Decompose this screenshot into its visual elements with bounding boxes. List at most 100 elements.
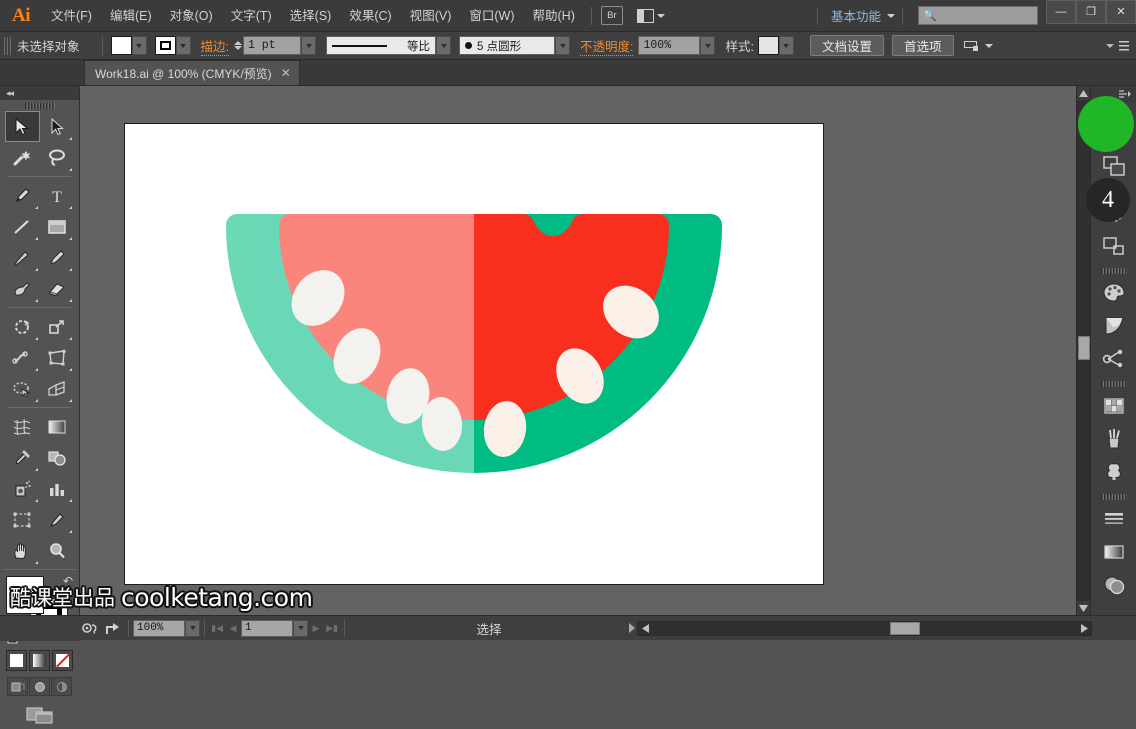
workspace-switcher[interactable]: 基本功能 [825,6,887,25]
stroke-profile-dropdown-button[interactable] [436,36,451,55]
pencil-tool[interactable] [40,242,75,273]
menu-help[interactable]: 帮助(H) [524,0,584,32]
scroll-right-arrow-icon[interactable] [1077,622,1091,635]
type-tool[interactable]: T [40,180,75,211]
pen-tool[interactable] [5,180,40,211]
bridge-icon[interactable]: Br [600,6,623,25]
free-transform-tool[interactable] [40,342,75,373]
workspace-chevron-down-icon[interactable] [887,13,895,18]
scroll-down-arrow-icon[interactable] [1076,601,1091,615]
perspective-grid-tool[interactable] [40,373,75,404]
artboards-panel-icon[interactable] [1094,149,1134,182]
opacity-input[interactable]: 100% [638,36,701,55]
watermelon-artwork[interactable] [125,124,823,584]
graphic-styles-panel-icon[interactable] [1094,455,1134,488]
stroke-color-control[interactable] [154,36,191,55]
menu-edit[interactable]: 编辑(E) [101,0,161,32]
dock-group-grip-4[interactable] [1094,379,1134,389]
document-tab-close-icon[interactable]: ✕ [281,66,291,80]
horizontal-scroll-thumb[interactable] [890,621,920,635]
blob-brush-tool[interactable] [5,273,40,304]
column-graph-tool[interactable] [40,473,75,504]
next-artboard-icon[interactable]: ▶ [308,620,324,637]
dock-group-grip-1[interactable] [1094,106,1134,116]
stroke-weight-stepper[interactable] [234,41,242,50]
mesh-tool[interactable] [5,411,40,442]
color-mode-none-button[interactable] [52,650,73,671]
opacity-dropdown-button[interactable] [700,36,716,55]
align-panel-icon[interactable] [1094,229,1134,262]
color-mode-gradient-button[interactable] [29,650,50,671]
close-button[interactable]: ✕ [1106,0,1136,24]
last-artboard-icon[interactable]: ▶▮ [324,620,340,637]
maximize-button[interactable]: ❐ [1076,0,1106,24]
scroll-up-arrow-icon[interactable] [1076,86,1091,100]
menu-object[interactable]: 对象(O) [161,0,222,32]
artboard[interactable] [124,123,824,585]
dock-group-grip-5[interactable] [1094,492,1134,502]
paintbrush-tool[interactable] [5,242,40,273]
stroke-weight-control[interactable]: 1 pt [234,36,316,55]
symbol-sprayer-tool[interactable] [5,473,40,504]
fill-color-swatch[interactable] [110,36,132,55]
search-input[interactable]: 🔍 [918,6,1038,25]
scale-tool[interactable] [40,311,75,342]
minimize-button[interactable]: — [1046,0,1076,24]
canvas-area[interactable] [80,86,1076,615]
zoom-tool[interactable] [40,535,75,566]
gradient-tool[interactable] [40,411,75,442]
stroke-weight-label[interactable]: 描边: [200,36,229,56]
arrange-documents-button[interactable] [636,8,665,23]
graphic-style-swatch[interactable] [757,36,779,55]
screen-mode-button[interactable] [25,704,55,729]
status-menu-arrow-icon[interactable] [629,623,635,633]
artboard-number-control[interactable]: 1 [241,619,308,637]
swatches-panel-icon[interactable] [1094,389,1134,422]
stroke-panel-icon[interactable] [1094,502,1134,535]
tools-panel-collapse[interactable]: ◂◂ [0,86,79,100]
tools-panel-grip[interactable] [0,100,79,111]
brush-definition-control[interactable]: 5 点圆形 [459,36,570,55]
swap-fill-stroke-icon[interactable]: ↶ [63,574,73,588]
lasso-tool[interactable] [40,142,75,173]
menu-type[interactable]: 文字(T) [222,0,281,32]
appearance-panel-icon[interactable] [1094,568,1134,601]
selection-tool[interactable] [5,111,40,142]
panel-menu-icon[interactable] [1116,38,1130,53]
draw-normal-button[interactable] [7,677,28,696]
artboard-number-input[interactable]: 1 [241,619,293,637]
align-objects-icon[interactable] [963,39,981,53]
first-artboard-icon[interactable]: ▮◀ [209,620,225,637]
zoom-level-input[interactable]: 100% [133,619,185,637]
artboard-tool[interactable] [5,504,40,535]
align-chevron-down-icon[interactable] [984,43,993,48]
shape-builder-tool[interactable] [5,373,40,404]
slice-tool[interactable] [40,504,75,535]
vertical-scrollbar[interactable] [1076,86,1091,615]
line-segment-tool[interactable] [5,211,40,242]
rectangle-tool[interactable] [40,211,75,242]
fill-color-control[interactable] [110,36,147,55]
zoom-level-control[interactable]: 100% [133,619,200,637]
menu-select[interactable]: 选择(S) [281,0,341,32]
fill-dropdown-button[interactable] [131,36,147,55]
zoom-level-dropdown-button[interactable] [185,619,200,637]
control-bar-overflow[interactable] [1106,38,1136,53]
menu-view[interactable]: 视图(V) [401,0,461,32]
color-mode-flat-button[interactable] [6,650,27,671]
hand-tool[interactable] [5,535,40,566]
menu-window[interactable]: 窗口(W) [460,0,523,32]
control-bar-grip[interactable] [4,36,11,55]
artboard-number-dropdown-button[interactable] [293,619,308,637]
direct-selection-tool[interactable] [40,111,74,142]
fill-color-box[interactable] [6,576,44,614]
share-on-behance-icon[interactable] [102,619,124,637]
scroll-left-arrow-icon[interactable] [638,622,652,635]
gradient-panel-icon[interactable] [1094,535,1134,568]
dock-group-grip-3[interactable] [1094,266,1134,276]
dock-collapse-button[interactable] [1091,86,1136,102]
brush-definition-field[interactable]: 5 点圆形 [459,36,555,55]
document-setup-button[interactable]: 文档设置 [809,35,884,56]
color-panel-icon[interactable] [1094,276,1134,309]
blend-tool[interactable] [40,442,75,473]
